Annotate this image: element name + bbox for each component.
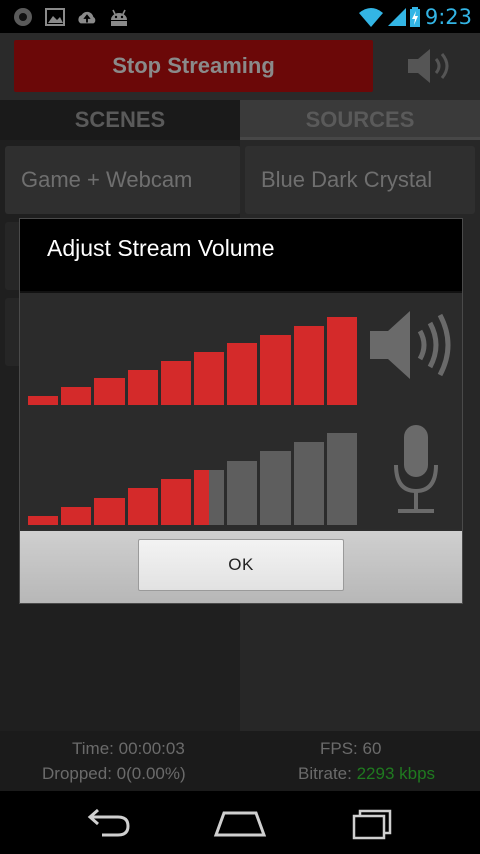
source-item-blue-dark-crystal[interactable]: Blue Dark Crystal	[245, 146, 475, 214]
tab-sources[interactable]: SOURCES	[240, 100, 480, 140]
signal-icon	[388, 8, 406, 26]
time-label: Time:	[72, 739, 114, 758]
android-icon	[111, 9, 127, 26]
stat-time: Time: 00:00:03	[72, 739, 185, 759]
tab-scenes[interactable]: SCENES	[0, 100, 240, 140]
navigation-bar	[0, 791, 480, 854]
stream-stats: Time: 00:00:03 Dropped: 0(0.00%) FPS: 60…	[0, 731, 480, 791]
speaker-icon[interactable]	[402, 45, 460, 87]
mic-volume-bars[interactable]	[28, 411, 360, 529]
volume-bar	[293, 325, 324, 405]
recent-apps-icon[interactable]	[344, 805, 404, 841]
dialog-header: Adjust Stream Volume	[20, 219, 462, 291]
time-value: 00:00:03	[118, 739, 185, 758]
volume-bar	[127, 369, 158, 405]
volume-bar	[61, 387, 92, 405]
microphone-icon	[394, 425, 438, 513]
volume-bar	[326, 433, 357, 525]
stat-bitrate: Bitrate: 2293 kbps	[298, 764, 435, 784]
volume-bar	[160, 360, 191, 405]
volume-bar	[227, 343, 258, 405]
dialog-body	[20, 293, 462, 529]
app-notification-icon	[14, 8, 32, 26]
battery-charging-icon	[410, 7, 420, 27]
volume-bar	[326, 317, 357, 405]
stat-fps: FPS: 60	[320, 739, 381, 759]
mic-volume-row	[20, 411, 462, 529]
cloud-upload-icon	[78, 11, 96, 24]
volume-bar	[260, 451, 291, 525]
tab-sources-label: SOURCES	[305, 107, 415, 132]
volume-bar	[28, 516, 59, 525]
scene-item-game-webcam[interactable]: Game + Webcam	[5, 146, 241, 214]
volume-bar	[293, 442, 324, 525]
adjust-volume-dialog: Adjust Stream Volume OK	[19, 218, 463, 604]
ok-button[interactable]: OK	[138, 539, 344, 591]
volume-bar	[160, 479, 191, 525]
bitrate-value: 2293 kbps	[356, 764, 436, 783]
volume-bar	[28, 396, 59, 405]
volume-bar	[260, 334, 291, 405]
home-icon[interactable]	[210, 805, 270, 841]
fps-value: 60	[362, 739, 382, 758]
back-icon[interactable]	[78, 805, 138, 841]
volume-bar	[127, 488, 158, 525]
clock: 9:23	[424, 5, 472, 29]
dialog-footer: OK	[20, 531, 462, 603]
volume-bar	[94, 378, 125, 405]
volume-bar	[194, 352, 225, 405]
dropped-label: Dropped:	[42, 764, 112, 783]
tab-bar: SCENES SOURCES	[0, 100, 480, 140]
image-icon	[45, 8, 65, 26]
volume-bar	[94, 497, 125, 525]
dialog-title: Adjust Stream Volume	[47, 235, 275, 261]
stat-dropped: Dropped: 0(0.00%)	[42, 764, 186, 784]
status-bar: 9:23	[0, 0, 480, 33]
stream-volume-bars[interactable]	[28, 293, 360, 411]
stream-volume-row	[20, 293, 462, 411]
dropped-value: 0(0.00%)	[116, 764, 186, 783]
bitrate-label: Bitrate:	[298, 764, 352, 783]
volume-bar	[61, 506, 92, 525]
wifi-icon	[359, 8, 383, 27]
volume-bar	[194, 469, 210, 525]
speaker-icon	[370, 311, 451, 379]
volume-bar	[227, 460, 258, 525]
stop-streaming-button[interactable]: Stop Streaming	[14, 40, 373, 92]
fps-label: FPS:	[320, 739, 358, 758]
volume-bar	[209, 469, 225, 525]
